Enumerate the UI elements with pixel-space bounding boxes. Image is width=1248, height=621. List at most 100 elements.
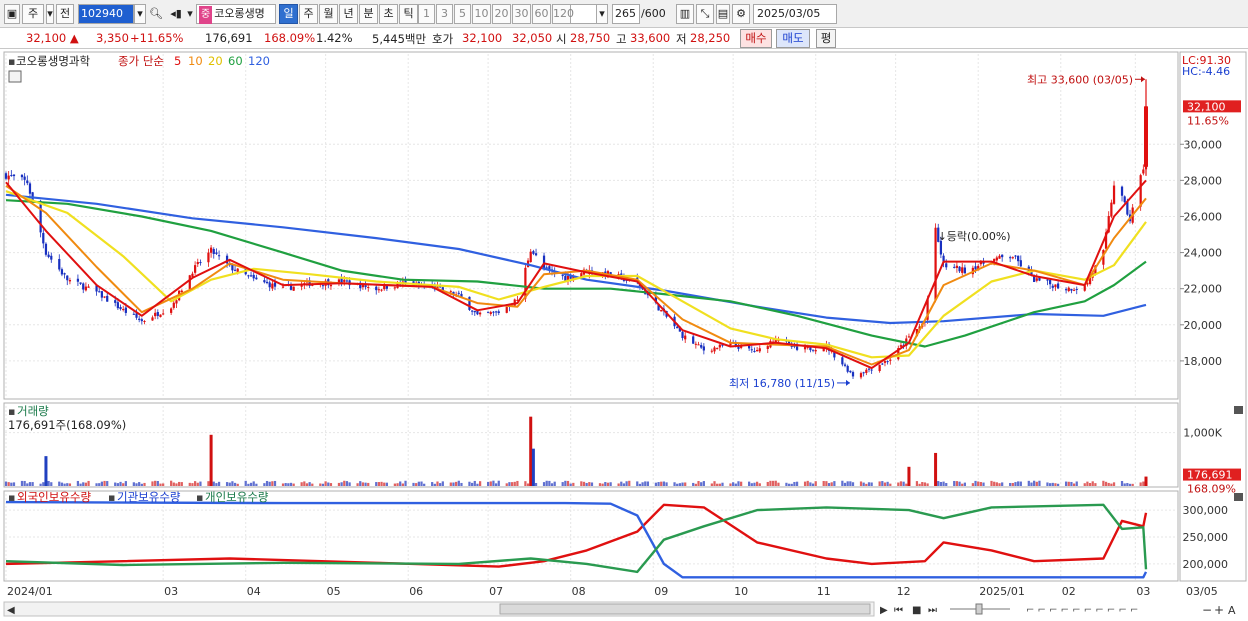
volume-bar xyxy=(787,483,791,486)
volume-bar xyxy=(774,480,777,486)
volume-bar xyxy=(841,480,844,486)
volume-bar xyxy=(1086,481,1089,486)
interval-tab-5[interactable]: 30 xyxy=(512,4,531,24)
interval-tab-7[interactable]: 120 xyxy=(552,4,574,24)
volume-bar xyxy=(303,481,306,486)
volume-bar xyxy=(1067,481,1070,486)
chart-area[interactable]: 2024/01 03 04 05 06 07 08 09 10 11 12 2025/01 02 03 03… xyxy=(0,49,1248,621)
volume-bar xyxy=(1112,482,1116,486)
buy-button[interactable]: 매수 xyxy=(740,29,772,48)
period-tab-5[interactable]: 초 xyxy=(379,4,398,24)
volume-bar xyxy=(508,482,511,486)
scroll-left-icon[interactable]: ◀ xyxy=(7,605,15,616)
interval-tab-4[interactable]: 20 xyxy=(492,4,511,24)
volume-spike xyxy=(531,448,535,486)
settings-gear-icon[interactable]: ⚙ xyxy=(732,4,750,24)
search-icon[interactable]: 🔍︎ xyxy=(148,4,164,24)
speaker-dropdown-icon[interactable]: ▾ xyxy=(186,4,194,24)
period-tab-6[interactable]: 틱 xyxy=(399,4,418,24)
candle-type-icon[interactable]: ▥ xyxy=(676,4,694,24)
volume-bar xyxy=(1033,480,1036,486)
volume-bar xyxy=(942,481,945,486)
volume-bar xyxy=(87,480,90,486)
volume-bar xyxy=(20,480,24,486)
period-tab-4[interactable]: 분 xyxy=(359,4,378,24)
volume-bar xyxy=(1017,481,1020,486)
font-size-icon[interactable]: A xyxy=(1228,604,1236,617)
volume-bar xyxy=(287,483,290,486)
period-tab-0[interactable]: 일 xyxy=(279,4,298,24)
volume-bar xyxy=(1038,480,1041,486)
ma60-legend: 60 xyxy=(228,54,243,68)
interval-tab-1[interactable]: 3 xyxy=(436,4,453,24)
eval-button[interactable]: 평 xyxy=(816,29,836,48)
prev-button[interactable]: 전 xyxy=(56,4,74,24)
zoom-in-icon[interactable]: + xyxy=(1214,603,1224,617)
interval-tab-2[interactable]: 5 xyxy=(454,4,471,24)
interval-tab-0[interactable]: 1 xyxy=(418,4,435,24)
crosshair-icon[interactable]: ⤡ xyxy=(696,4,714,24)
table-view-icon[interactable] xyxy=(8,70,22,83)
drawing-tools-icon[interactable]: ⌐ ⌐ ⌐ ⌐ ⌐ ⌐ ⌐ ⌐ ⌐ ⌐ xyxy=(1026,605,1138,616)
volume-bar xyxy=(550,483,554,486)
volume-bar xyxy=(684,482,687,486)
candle xyxy=(39,199,42,238)
stock-code-input[interactable]: 102940 xyxy=(78,4,134,24)
stop-icon[interactable]: ■ xyxy=(912,605,921,616)
volume-bar xyxy=(455,481,458,486)
volume-bar xyxy=(846,481,849,486)
volume-panel xyxy=(3,402,1179,488)
volume-panel-marker: ▪ xyxy=(8,405,15,418)
holdings-panel-close-icon[interactable] xyxy=(1234,493,1243,501)
volume-bar xyxy=(47,480,50,486)
volume-bar xyxy=(329,483,333,486)
save-icon[interactable]: ▤ xyxy=(716,4,730,24)
sell-button[interactable]: 매도 xyxy=(776,29,810,48)
volume-title: 거래량 xyxy=(17,404,49,418)
zoom-out-icon[interactable]: − xyxy=(1202,603,1212,617)
volume-bar xyxy=(918,483,921,486)
x-tick-last-date: 03/05 xyxy=(1186,585,1218,598)
market-tab[interactable]: 주 xyxy=(22,4,44,24)
scroll-right-icon[interactable]: ▶ xyxy=(880,605,888,616)
period-tab-1[interactable]: 주 xyxy=(299,4,318,24)
zoom-slider-thumb[interactable] xyxy=(975,603,983,615)
volume-bar xyxy=(439,483,442,486)
low-annotation: 최저 16,780 (11/15) xyxy=(729,377,835,390)
count-input[interactable]: 265 xyxy=(612,4,640,24)
interval-tab-3[interactable]: 10 xyxy=(472,4,491,24)
volume-bar xyxy=(1011,482,1014,486)
volume-panel-close-icon[interactable] xyxy=(1234,406,1243,414)
volume-bar xyxy=(1009,482,1012,486)
last-page-icon[interactable]: ⏭ xyxy=(928,605,937,616)
window-menu-icon[interactable]: ▣ xyxy=(4,4,20,24)
x-tick: 07 xyxy=(489,585,503,598)
volume-ratio: 168.09% xyxy=(264,31,316,45)
volume-bar xyxy=(955,481,959,486)
volume-bar xyxy=(324,481,327,486)
volume-bar xyxy=(953,480,956,486)
volume-bar xyxy=(292,483,295,486)
volume-bar xyxy=(135,483,138,486)
volume-bar xyxy=(114,482,117,486)
holdings-panel-marker: ▪ xyxy=(8,491,15,504)
volume-bar xyxy=(921,482,924,486)
interval-tab-6[interactable]: 60 xyxy=(532,4,551,24)
volume-bar xyxy=(700,482,703,486)
period-tab-3[interactable]: 년 xyxy=(339,4,358,24)
date-input[interactable]: 2025/03/05 xyxy=(753,4,837,24)
speaker-icon[interactable]: ◂▮ xyxy=(166,4,186,24)
first-page-icon[interactable]: ⏮ xyxy=(894,605,903,616)
volume-bar xyxy=(433,483,436,486)
volume-bar xyxy=(84,482,88,486)
volume-bar xyxy=(660,481,663,486)
volume-bar xyxy=(367,482,370,486)
stock-tag: 중 xyxy=(199,6,213,24)
scroll-thumb[interactable] xyxy=(499,603,871,615)
volume-bar xyxy=(116,483,119,486)
code-dropdown-icon[interactable]: ▾ xyxy=(134,4,146,24)
volume-bar xyxy=(255,483,258,486)
interval-dropdown-icon[interactable]: ▾ xyxy=(596,4,608,24)
market-dropdown-icon[interactable]: ▾ xyxy=(46,4,54,24)
period-tab-2[interactable]: 월 xyxy=(319,4,338,24)
